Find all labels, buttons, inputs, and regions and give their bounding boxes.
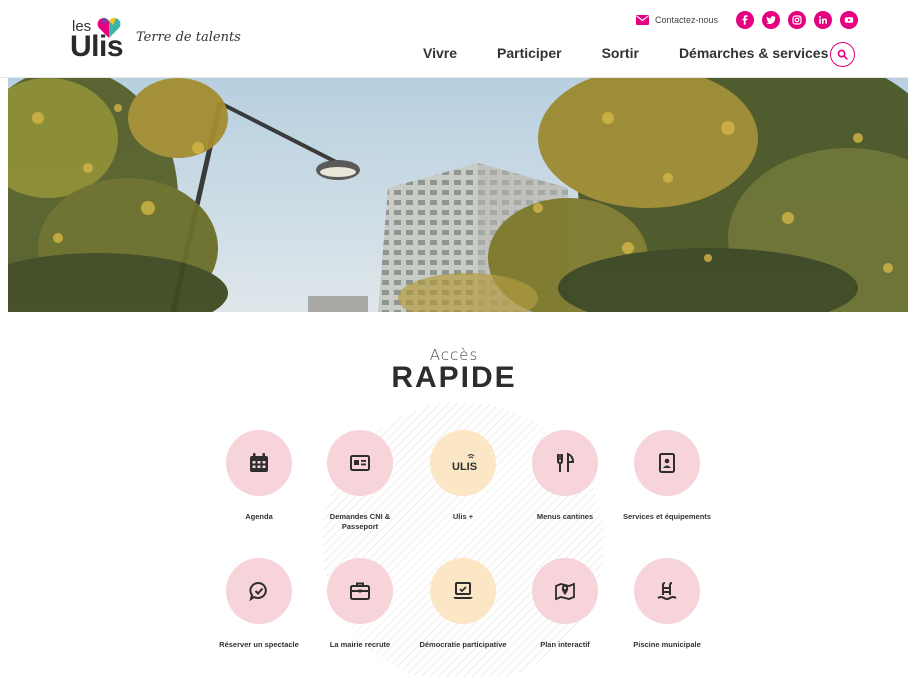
quick-link-piscine-municipale[interactable]: Piscine municipale	[617, 558, 717, 650]
twitter-icon[interactable]	[762, 11, 780, 29]
search-icon	[837, 49, 848, 60]
site-tagline: Terre de talents	[136, 30, 241, 45]
map-pin-icon	[555, 582, 575, 601]
site-header: les Ulis Terre de talents Contactez-nous	[0, 0, 908, 78]
quick-link-label: Ulis +	[452, 512, 474, 521]
quick-link-label: Piscine municipale	[633, 640, 701, 649]
quick-link-ulis-plus[interactable]: ULIS + Ulis +	[413, 430, 513, 522]
hero-photo	[8, 78, 908, 312]
tile-circle	[327, 558, 393, 624]
quick-link-mairie-recrute[interactable]: La mairie recrute	[310, 558, 410, 650]
quick-link-label: Plan interactif	[540, 640, 590, 649]
directory-icon	[659, 453, 675, 473]
youtube-icon[interactable]	[840, 11, 858, 29]
svg-text:+: +	[472, 461, 476, 467]
nav-item-vivre[interactable]: Vivre	[423, 45, 457, 61]
tile-circle	[532, 558, 598, 624]
chat-check-icon	[249, 582, 267, 602]
hero-image	[8, 78, 908, 312]
quick-link-label: Demandes CNI & Passeport	[329, 512, 391, 531]
briefcase-icon	[350, 582, 370, 600]
nav-item-demarches[interactable]: Démarches & services	[679, 45, 828, 61]
pool-icon	[657, 582, 677, 600]
quick-access-title: RAPIDE	[391, 361, 517, 394]
quick-link-plan-interactif[interactable]: Plan interactif	[515, 558, 615, 650]
instagram-icon[interactable]	[788, 11, 806, 29]
tile-circle	[430, 558, 496, 624]
mail-icon	[635, 15, 649, 25]
tile-circle	[634, 430, 700, 496]
linkedin-icon[interactable]	[814, 11, 832, 29]
contact-link[interactable]: Contactez-nous	[635, 15, 718, 25]
top-utility-bar: Contactez-nous	[635, 10, 858, 30]
quick-link-services-equipements[interactable]: Services et équipements	[617, 430, 717, 522]
quick-link-cni-passeport[interactable]: Demandes CNI & Passeport	[310, 430, 410, 532]
site-logo[interactable]: les Ulis	[70, 16, 130, 64]
tile-circle	[226, 430, 292, 496]
quick-link-menus-cantines[interactable]: Menus cantines	[515, 430, 615, 522]
logo-ulis-text: Ulis	[70, 30, 124, 63]
quick-link-agenda[interactable]: Agenda	[209, 430, 309, 522]
tile-circle	[532, 430, 598, 496]
calendar-icon	[250, 453, 268, 472]
tile-circle: ULIS +	[430, 430, 496, 496]
quick-link-reserver-spectacle[interactable]: Réserver un spectacle	[209, 558, 309, 650]
main-nav: Vivre Participer Sortir Démarches & serv…	[423, 45, 868, 61]
quick-link-label: La mairie recrute	[329, 640, 391, 649]
facebook-icon[interactable]	[736, 11, 754, 29]
quick-link-label: Démocratie participative	[419, 640, 507, 649]
quick-link-label: Menus cantines	[536, 512, 594, 521]
quick-link-label: Réserver un spectacle	[219, 640, 299, 649]
cutlery-icon	[557, 452, 575, 472]
tile-circle	[634, 558, 700, 624]
tile-circle	[327, 430, 393, 496]
contact-label: Contactez-nous	[654, 15, 718, 25]
search-button[interactable]	[830, 42, 855, 67]
quick-link-label: Services et équipements	[623, 512, 711, 521]
id-card-icon	[350, 455, 370, 471]
quick-link-democratie-participative[interactable]: Démocratie participative	[413, 558, 513, 650]
nav-item-sortir[interactable]: Sortir	[602, 45, 639, 61]
nav-item-participer[interactable]: Participer	[497, 45, 562, 61]
tile-circle	[226, 558, 292, 624]
laptop-check-icon	[453, 582, 473, 599]
ulis-plus-icon: ULIS +	[452, 454, 477, 473]
quick-link-label: Agenda	[245, 512, 273, 521]
